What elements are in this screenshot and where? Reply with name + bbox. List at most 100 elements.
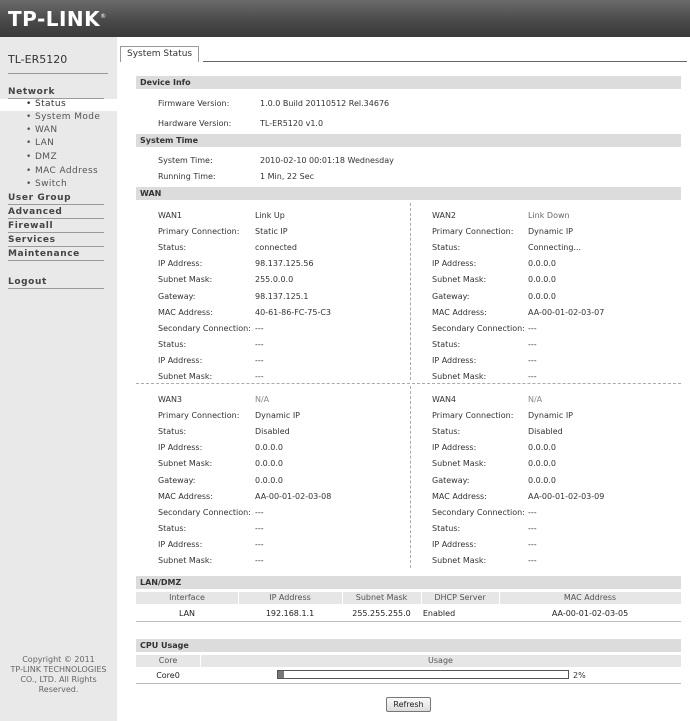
wan-divider-horizontal — [136, 383, 681, 384]
wan-field-value: 0.0.0.0 — [528, 476, 556, 485]
wan-field-label: IP Address: — [158, 540, 203, 549]
wan-field-label: Secondary Connection: — [158, 324, 251, 333]
wan-field-value: --- — [528, 524, 537, 533]
col-mac-address: MAC Address — [563, 593, 617, 602]
wan-field-value: connected — [255, 243, 297, 252]
col-interface: Interface — [169, 593, 205, 602]
wan-field-value: --- — [528, 324, 537, 333]
wan-field-value: --- — [255, 540, 264, 549]
wan-field-label: Status: — [158, 524, 187, 533]
wan-field-label: Subnet Mask: — [432, 372, 487, 381]
col-usage: Usage — [428, 656, 453, 665]
nav-wan[interactable]: • WAN — [26, 125, 57, 135]
col-dhcp-server: DHCP Server — [434, 593, 486, 602]
wan-field-label: Subnet Mask: — [158, 556, 213, 565]
wan-field-value: 0.0.0.0 — [255, 443, 283, 452]
wan-field-value: 98.137.125.1 — [255, 292, 309, 301]
wan-field-label: Subnet Mask: — [432, 459, 487, 468]
nav-advanced[interactable]: Advanced — [8, 207, 104, 219]
firmware-label: Firmware Version: — [158, 99, 230, 108]
wan-link-status: Link Up — [255, 211, 285, 220]
wan-field-label: Status: — [432, 427, 461, 436]
system-time-label: System Time: — [158, 156, 213, 165]
nav-switch[interactable]: • Switch — [26, 179, 67, 189]
section-wan: WAN — [136, 187, 681, 200]
nav-status[interactable]: • Status — [0, 99, 117, 111]
wan-field-label: Secondary Connection: — [158, 508, 251, 517]
tab-system-status[interactable]: System Status — [120, 46, 200, 62]
wan-field-value: --- — [255, 324, 264, 333]
sidebar: TL-ER5120 Network • Status • System Mode… — [0, 37, 117, 721]
wan-field-label: Subnet Mask: — [158, 275, 213, 284]
section-system-time: System Time — [136, 134, 681, 147]
wan-field-label: Status: — [158, 340, 187, 349]
col-ip-address: IP Address — [269, 593, 311, 602]
section-device-info: Device Info — [136, 76, 681, 89]
wan-field-value: Dynamic IP — [528, 227, 574, 236]
nav-services[interactable]: Services — [8, 235, 104, 247]
wan-field-label: IP Address: — [158, 356, 203, 365]
nav-user-group[interactable]: User Group — [8, 193, 104, 205]
wan-field-label: Subnet Mask: — [158, 459, 213, 468]
wan-field-label: Status: — [432, 340, 461, 349]
wan-divider-vertical — [410, 386, 411, 568]
wan-field-value: --- — [255, 356, 264, 365]
nav-lan[interactable]: • LAN — [26, 138, 54, 148]
model-name: TL-ER5120 — [8, 53, 68, 66]
wan-link-status: N/A — [528, 395, 543, 404]
wan-field-label: Status: — [158, 427, 187, 436]
section-cpu-usage: CPU Usage — [136, 639, 681, 652]
wan-field-label: Status: — [432, 524, 461, 533]
wan-field-label: Gateway: — [158, 292, 196, 301]
wan-field-value: 0.0.0.0 — [255, 476, 283, 485]
lan-table-bottom — [136, 621, 681, 622]
wan-field-value: AA-00-01-02-03-09 — [528, 492, 605, 501]
wan-field-value: Dynamic IP — [255, 411, 301, 420]
wan-field-value: 0.0.0.0 — [528, 275, 556, 284]
wan-field-label: Gateway: — [158, 476, 196, 485]
wan-field-value: --- — [255, 556, 264, 565]
col-core: Core — [158, 656, 178, 665]
cpu-table-bottom — [136, 683, 681, 684]
wan-field-label: MAC Address: — [158, 308, 213, 317]
nav-mac-address[interactable]: • MAC Address — [26, 166, 98, 176]
nav-network[interactable]: Network — [8, 87, 104, 99]
refresh-button[interactable]: Refresh — [386, 697, 431, 712]
wan-port-name: WAN3 — [158, 395, 183, 404]
wan-field-value: 0.0.0.0 — [528, 443, 556, 452]
col-subnet-mask: Subnet Mask — [355, 593, 408, 602]
copyright-text: Copyright © 2011 TP-LINK TECHNOLOGIES CO… — [10, 655, 107, 694]
wan-field-label: IP Address: — [432, 356, 477, 365]
wan-field-value: 98.137.125.56 — [255, 259, 314, 268]
nav-logout[interactable]: Logout — [8, 277, 104, 289]
nav-firewall[interactable]: Firewall — [8, 221, 104, 233]
cpu-usage-fill — [278, 671, 284, 678]
lan-dhcp: Enabled — [422, 609, 456, 618]
wan-link-status: Link Down — [528, 211, 570, 220]
wan-field-label: IP Address: — [158, 443, 203, 452]
wan-field-value: Dynamic IP — [528, 411, 574, 420]
lan-mac: AA-00-01-02-03-05 — [551, 609, 629, 618]
wan-field-value: --- — [255, 372, 264, 381]
cpu-usage-percent: 2% — [573, 671, 586, 680]
wan-field-value: AA-00-01-02-03-07 — [528, 308, 605, 317]
nav-maintenance[interactable]: Maintenance — [8, 249, 104, 261]
wan-field-label: Subnet Mask: — [432, 556, 487, 565]
main-panel: System Status Device Info Firmware Versi… — [117, 37, 690, 721]
wan-field-value: --- — [255, 524, 264, 533]
wan-field-label: Gateway: — [432, 476, 470, 485]
wan-field-value: AA-00-01-02-03-08 — [255, 492, 332, 501]
wan-field-label: Secondary Connection: — [432, 508, 525, 517]
wan-field-label: MAC Address: — [432, 492, 487, 501]
lan-ip: 192.168.1.1 — [265, 609, 315, 618]
wan-field-value: --- — [528, 540, 537, 549]
wan-field-label: Secondary Connection: — [432, 324, 525, 333]
nav-system-mode[interactable]: • System Mode — [26, 112, 100, 122]
wan-field-value: Disabled — [255, 427, 290, 436]
tab-underline — [203, 61, 687, 62]
wan-field-value: --- — [528, 508, 537, 517]
wan-link-status: N/A — [255, 395, 270, 404]
tp-link-logo: TP-LINK® — [8, 7, 107, 31]
lan-interface: LAN — [178, 609, 196, 618]
nav-dmz[interactable]: • DMZ — [26, 152, 57, 162]
